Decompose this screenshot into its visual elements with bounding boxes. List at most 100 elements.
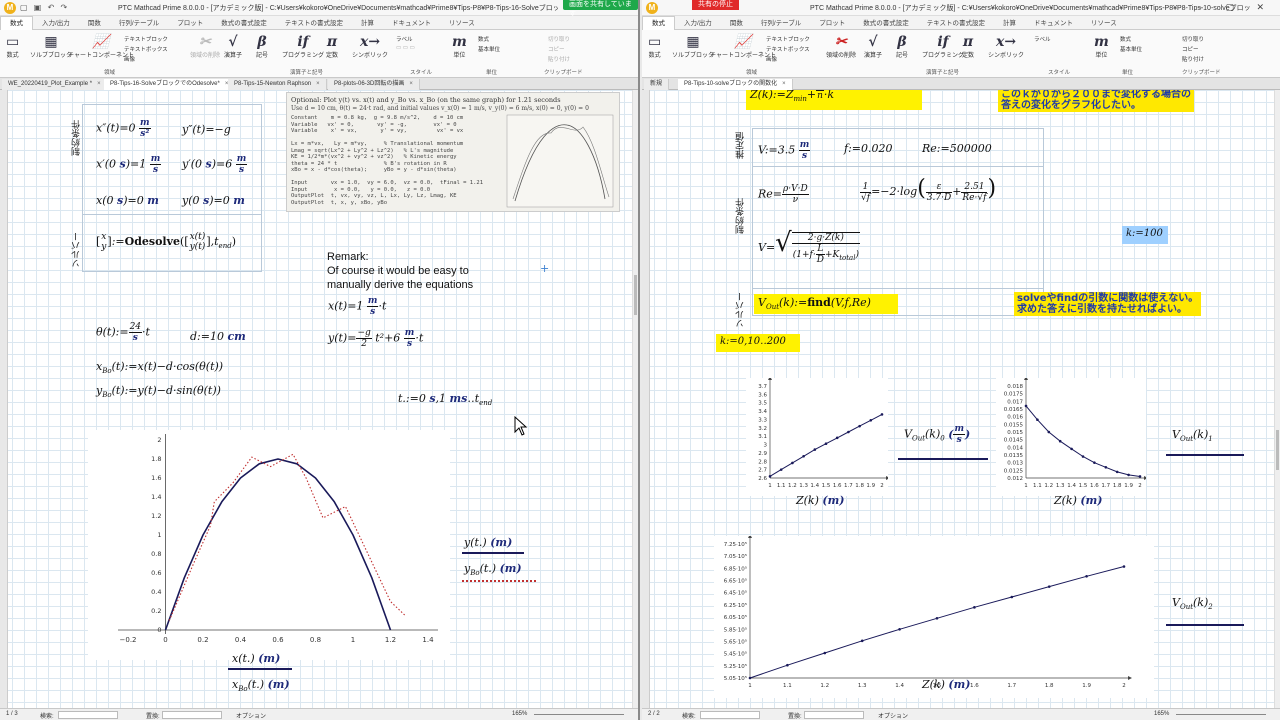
tab-io[interactable]: 入力/出力 <box>675 17 721 31</box>
math-button[interactable]: ▭ 数式 <box>6 34 19 59</box>
eq-xbo[interactable]: xBo(t):=x(t)−d·cos(θ(t)) <box>96 360 223 375</box>
eq-zk-definition[interactable]: Z(k):=Zmin+ n ·k <box>750 90 834 103</box>
image-button[interactable]: 画像 <box>766 55 777 63</box>
eq-k-value[interactable]: k:=100 <box>1126 228 1163 239</box>
eq-y-second-derivative[interactable]: y″(t)=−g <box>182 123 231 136</box>
vout0-plot[interactable]: 2.62.72.82.933.13.23.33.43.53.63.71 1.1 1.… <box>746 378 888 496</box>
math-button[interactable]: ▭ 数式 <box>648 34 661 59</box>
options-button[interactable]: オプション <box>878 711 908 720</box>
doc-tab-newton-raphson[interactable]: P8-Tips-15-Newton Raphson × <box>228 79 327 90</box>
basic-unit-button[interactable]: 基本単位 <box>478 45 500 53</box>
eq-f-guess[interactable]: f:=0.020 <box>844 142 893 155</box>
paste-button[interactable]: 貼り付け <box>548 55 570 63</box>
eq-x-second-derivative[interactable]: x″(t)=0 m s² <box>96 118 151 139</box>
cut-button[interactable]: 切り取り <box>548 35 570 43</box>
search-input[interactable] <box>700 711 760 719</box>
replace-input[interactable] <box>162 711 222 719</box>
symbols-button[interactable]: β 記号 <box>256 34 268 59</box>
tab-io[interactable]: 入力/出力 <box>33 17 79 31</box>
remark-title[interactable]: Remark: <box>327 250 369 264</box>
remark-body[interactable]: Of course it would be easy to manually d… <box>327 264 473 292</box>
p1-ylabel[interactable]: VOut(k)0 (m s) <box>904 424 970 445</box>
eq-x-prime-initial[interactable]: x′(0 s)=1 ms <box>96 154 162 175</box>
tab-matrix[interactable]: 行列/テーブル <box>752 17 810 31</box>
symbolic-button[interactable]: x→ シンボリック <box>352 34 388 59</box>
odesolve-definition[interactable]: [x y]:=Odesolve([x(t) y(t)],tend) <box>96 232 236 252</box>
eq-y-manual[interactable]: y(t)= −g 2 t²+6 m s ·t <box>328 328 423 349</box>
trajectory-plot[interactable]: −0.2 0 0.2 0.4 0.6 0.8 1 1.2 1.4 0 0.2 0.4 0.6 0.8 1 1.… <box>88 430 450 660</box>
p3-xlabel[interactable]: Z(k) (m) <box>922 678 970 691</box>
unit-button[interactable]: m 単位 <box>452 34 467 59</box>
left-vertical-scrollbar[interactable] <box>632 90 638 708</box>
tab-calc[interactable]: 計算 <box>994 17 1025 31</box>
constants-button[interactable]: π 定数 <box>326 34 338 59</box>
search-input[interactable] <box>58 711 118 719</box>
paste-button[interactable]: 貼り付け <box>1182 55 1204 63</box>
math-label-dropdown[interactable]: 数式 <box>1120 35 1131 43</box>
replace-input[interactable] <box>804 711 864 719</box>
basic-unit-button[interactable]: 基本単位 <box>1120 45 1142 53</box>
eq-velocity[interactable]: V=√ 2·g·Z(k) (1+f· L D +Ktotal) <box>758 228 860 265</box>
eq-v-guess[interactable]: V:=3.5 ms <box>758 140 811 161</box>
axis-xbo-legend[interactable]: xBo(t.) (m) <box>232 678 290 693</box>
tab-calc[interactable]: 計算 <box>352 17 383 31</box>
close-icon[interactable]: × <box>97 81 101 87</box>
tab-resources[interactable]: リソース <box>1082 17 1126 31</box>
tab-document[interactable]: ドキュメント <box>1025 17 1082 31</box>
p3-ylabel[interactable]: VOut(k)2 <box>1172 596 1213 611</box>
zoom-slider[interactable] <box>1176 714 1266 715</box>
label-dropdown[interactable]: ラベル <box>1034 35 1051 43</box>
tab-math[interactable]: 数式 <box>642 16 675 30</box>
unit-button[interactable]: m 単位 <box>1094 34 1109 59</box>
axis-x-legend[interactable]: x(t.) (m) <box>232 652 280 665</box>
note-graph-intent[interactable]: このｋが０から２００まで変化する場合の 答えの変化をグラフ化したい。 <box>998 90 1194 112</box>
mathcad-logo-icon[interactable]: M <box>4 2 16 14</box>
tab-document[interactable]: ドキュメント <box>383 17 440 31</box>
zoom-slider[interactable] <box>534 714 624 715</box>
programming-button[interactable]: if プログラミング <box>922 34 964 59</box>
eq-d[interactable]: d:=10 cm <box>190 330 246 343</box>
tab-functions[interactable]: 関数 <box>721 17 752 31</box>
tab-functions[interactable]: 関数 <box>79 17 110 31</box>
note-find-arguments[interactable]: solveやfindの引数に関数は使えない。 求めた答えに引数を持たせればよい。 <box>1014 292 1202 316</box>
tab-math-format[interactable]: 数式の書式設定 <box>212 17 276 31</box>
doc-tab-new[interactable]: 新規 <box>644 79 670 90</box>
mathcad-logo-icon[interactable]: M <box>646 2 658 14</box>
close-icon[interactable]: × <box>409 81 413 87</box>
vout2-plot[interactable]: 5.05·10⁵ 5.25·10⁵ 5.45·10⁵ 5.65·10⁵ 5.85·10⁵… <box>714 536 1154 698</box>
tab-plots[interactable]: プロット <box>168 17 212 31</box>
symbolic-button[interactable]: x→ シンボリック <box>988 34 1024 59</box>
programming-button[interactable]: if プログラミング <box>282 34 324 59</box>
eq-reynolds[interactable]: Re= ρ·V·D ν <box>758 184 809 205</box>
eq-colebrook[interactable]: 1 √f =−2·log(ε 3.7·D +2.51 Re·√f) <box>860 176 996 203</box>
text-block-button[interactable]: テキストブロック <box>124 35 168 43</box>
close-icon[interactable]: × <box>316 81 320 87</box>
left-worksheet[interactable]: 制約条件 ソルバー x″(t)=0 m s² y″(t)=−g x′(0 s)=1… <box>0 90 638 708</box>
scroll-thumb[interactable] <box>634 275 637 316</box>
label-dropdown[interactable]: ラベル <box>396 35 413 43</box>
eq-theta[interactable]: θ(t):= 24 s ·t <box>96 322 150 343</box>
eq-y-initial[interactable]: y(0 s)=0 m <box>182 194 245 207</box>
tab-math-format[interactable]: 数式の書式設定 <box>854 17 918 31</box>
area-delete-button[interactable]: ✂ 領域の削除 <box>826 34 856 59</box>
copy-button[interactable]: コピー <box>1182 45 1199 53</box>
eq-range-t[interactable]: t.:=0 s,1 ms‥tend <box>398 392 492 407</box>
legend-ybo[interactable]: yBo(t.) (m) <box>464 562 522 577</box>
doc-tab-3d-plot[interactable]: P8-plots-06-3D回転の描画 × <box>328 79 420 90</box>
tab-text-format[interactable]: テキストの書式設定 <box>918 17 994 31</box>
solve-block-button[interactable]: ▦ ソルブブロック <box>672 34 714 59</box>
eq-re-guess[interactable]: Re:=500000 <box>922 142 992 155</box>
options-button[interactable]: オプション <box>236 711 266 720</box>
tab-resources[interactable]: リソース <box>440 17 484 31</box>
scanned-problem-image[interactable]: Optional: Plot y(t) vs. x(t) and y_Bo vs… <box>286 92 620 212</box>
p2-ylabel[interactable]: VOut(k)1 <box>1172 428 1213 443</box>
p2-xlabel[interactable]: Z(k) (m) <box>1054 494 1102 507</box>
tab-plots[interactable]: プロット <box>810 17 854 31</box>
right-worksheet[interactable]: Z(k):=Zmin+ n ·k このｋが０から２００まで変化する場合の 答えの変… <box>642 90 1280 708</box>
image-button[interactable]: 画像 <box>124 55 135 63</box>
stop-share-button[interactable]: 共有の停止 <box>692 0 739 10</box>
right-vertical-scrollbar[interactable] <box>1274 90 1280 708</box>
copy-button[interactable]: コピー <box>548 45 565 53</box>
eq-ybo[interactable]: yBo(t):=y(t)−d·sin(θ(t)) <box>96 384 221 399</box>
eq-k-range[interactable]: k:=0,10‥200 <box>720 336 786 347</box>
